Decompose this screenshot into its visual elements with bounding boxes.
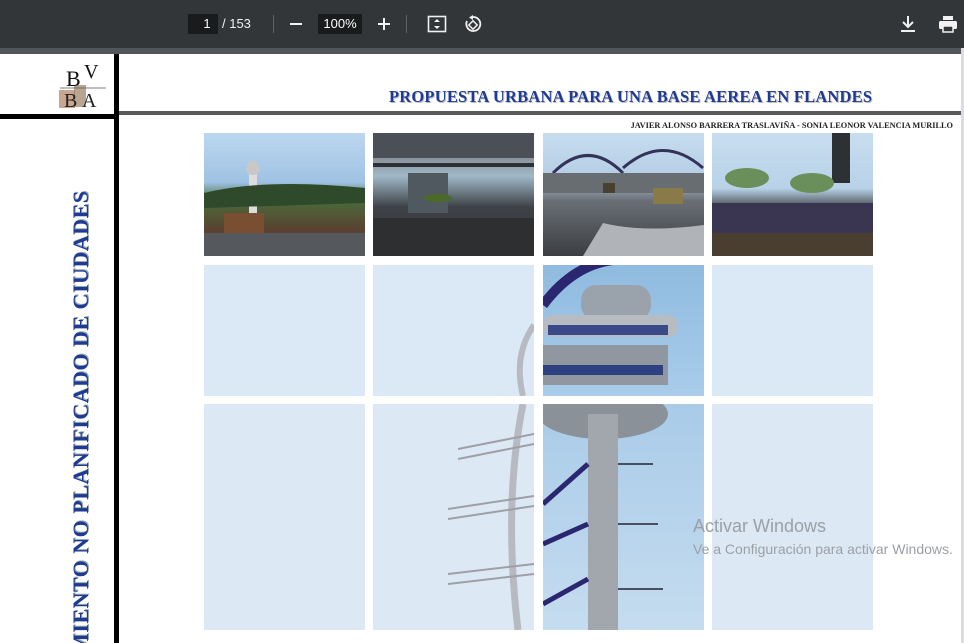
render-image-1 bbox=[204, 133, 365, 256]
svg-text:A: A bbox=[82, 90, 97, 110]
tower-top-tile bbox=[543, 265, 704, 396]
grid-tile bbox=[204, 265, 365, 396]
svg-text:V: V bbox=[84, 61, 99, 83]
page-total-label: / 153 bbox=[222, 16, 251, 31]
svg-text:B: B bbox=[64, 90, 77, 110]
render-image-4 bbox=[712, 133, 873, 256]
rotate-icon bbox=[465, 15, 482, 32]
left-border-bar bbox=[114, 54, 119, 643]
download-icon bbox=[901, 16, 915, 32]
bvba-logo: B V B A bbox=[59, 61, 106, 110]
fit-page-icon bbox=[427, 15, 447, 33]
header-rule-left bbox=[0, 114, 119, 119]
render-image-3 bbox=[543, 133, 704, 256]
svg-text:B: B bbox=[66, 66, 81, 91]
zoom-out-button[interactable] bbox=[284, 12, 308, 36]
render-image-2 bbox=[373, 133, 534, 256]
rotate-button[interactable] bbox=[461, 12, 485, 36]
print-button[interactable] bbox=[936, 12, 960, 36]
page-number-input[interactable]: 1 bbox=[188, 14, 218, 34]
fit-to-page-button[interactable] bbox=[425, 12, 449, 36]
grid-tile bbox=[204, 404, 365, 630]
vertical-side-title-text: MIENTO NO PLANIFICADO DE CIUDADES bbox=[68, 190, 93, 643]
document-title: PROPUESTA URBANA PARA UNA BASE AEREA EN … bbox=[389, 87, 873, 106]
toolbar-divider bbox=[406, 15, 407, 33]
toolbar-divider bbox=[273, 15, 274, 33]
pdf-toolbar: 1 / 153 100% bbox=[0, 0, 964, 48]
stair-tile bbox=[373, 404, 534, 630]
grid-tile bbox=[712, 265, 873, 396]
plus-icon bbox=[378, 18, 390, 30]
windows-activation-subtitle: Ve a Configuración para activar Windows. bbox=[693, 541, 953, 557]
download-button[interactable] bbox=[896, 12, 920, 36]
print-icon bbox=[939, 16, 957, 33]
header-rule bbox=[119, 111, 961, 115]
zoom-in-button[interactable] bbox=[372, 12, 396, 36]
minus-icon bbox=[290, 23, 302, 25]
windows-activation-title: Activar Windows bbox=[693, 516, 827, 536]
document-authors: JAVIER ALONSO BARRERA TRASLAVIÑA - SONIA… bbox=[630, 121, 953, 130]
zoom-level-input[interactable]: 100% bbox=[318, 14, 362, 34]
tower-shaft-tile bbox=[543, 404, 704, 630]
grid-tile bbox=[373, 265, 534, 396]
